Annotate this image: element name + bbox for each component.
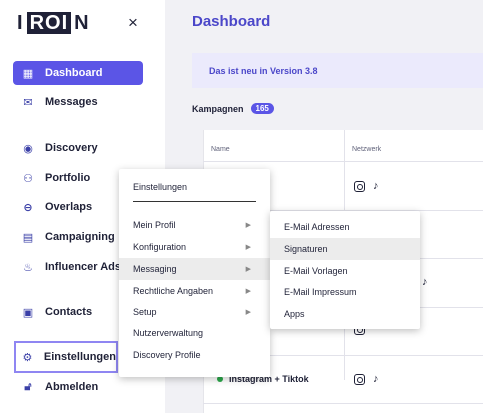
sidebar-item-label: Einstellungen [43,351,116,363]
menu-item-konfiguration[interactable]: Konfiguration ▶ [119,236,270,258]
sidebar-item-label: Discovery [45,142,98,154]
menu-item-label: Signaturen [284,244,328,254]
menu-item-label: E-Mail Impressum [284,287,357,297]
instagram-icon [354,180,365,192]
document-icon: ▤ [22,231,34,244]
submenu-item-email-vorlagen[interactable]: E-Mail Vorlagen [270,260,420,282]
network-icons: ♪ [354,180,379,192]
close-icon[interactable]: × [128,13,138,33]
network-icons: ♪ [354,373,379,385]
page-title: Dashboard [192,13,271,30]
menu-item-label: Apps [284,309,305,319]
submenu-item-apps[interactable]: Apps [270,303,420,325]
row-divider [203,161,483,162]
contact-icon: ▣ [22,306,34,319]
chevron-right-icon: ▶ [245,244,251,251]
logo-letter-n: N [74,11,90,34]
menu-item-setup[interactable]: Setup ▶ [119,301,270,323]
sidebar-item-label: Abmelden [45,381,99,393]
menu-item-messaging[interactable]: Messaging ▶ [119,258,270,280]
sidebar-item-label: Overlaps [45,201,93,213]
eye-icon: ◉ [23,142,33,155]
menu-item-nutzerverwaltung[interactable]: Nutzerverwaltung [119,322,270,344]
submenu-item-signaturen[interactable]: Signaturen [270,238,420,260]
sidebar-item-einstellungen[interactable]: ⚙ Einstellungen [14,341,118,373]
chevron-right-icon: ▶ [245,288,251,295]
menu-item-rechtliche-angaben[interactable]: Rechtliche Angaben ▶ [119,280,270,302]
tiktok-icon: ♪ [422,276,428,288]
sidebar-item-label: Influencer Ads [45,261,121,273]
mail-icon: ✉ [23,96,33,109]
dashboard-icon: ▦ [22,67,34,80]
menu-item-discovery-profile[interactable]: Discovery Profile [119,344,270,366]
version-banner[interactable]: Das ist neu in Version 3.8 [192,53,483,88]
flame-icon: ♨ [23,261,33,274]
menu-item-label: E-Mail Adressen [284,222,350,232]
logo-letter-i: I [17,11,24,34]
sidebar-item-abmelden[interactable]: 🔓︎ Abmelden [13,375,143,399]
menu-item-label: Messaging [133,264,177,274]
einstellungen-context-menu: Einstellungen Mein Profil ▶ Konfiguratio… [119,169,270,377]
users-icon: ⚇ [23,172,33,185]
sidebar-item-dashboard[interactable]: ▦ Dashboard [13,61,143,85]
menu-header: Einstellungen [133,182,188,192]
column-header-netzwerk[interactable]: Netzwerk [352,146,381,153]
sidebar-item-label: Contacts [45,306,93,318]
sidebar-item-discovery[interactable]: ◉ Discovery [13,136,143,160]
gear-icon: ⚙ [22,351,33,364]
network-icons: ♪ [422,276,428,288]
menu-item-label: Discovery Profile [133,350,201,360]
sidebar-item-label: Campaigning [45,231,115,243]
chevron-right-icon: ▶ [245,222,251,229]
menu-item-label: Setup [133,307,157,317]
row-divider [203,403,483,404]
menu-divider [133,201,256,202]
campaigns-heading: Kampagnen 165 [192,103,274,114]
chevron-right-icon: ▶ [245,266,251,273]
tiktok-icon: ♪ [373,180,379,192]
menu-item-label: Mein Profil [133,220,176,230]
menu-item-label: Nutzerverwaltung [133,328,204,338]
lock-icon: 🔓︎ [24,380,32,393]
chevron-right-icon: ▶ [245,309,251,316]
campaigns-count-badge: 165 [250,103,274,114]
sidebar-item-messages[interactable]: ✉ Messages [13,90,143,114]
tiktok-icon: ♪ [373,373,379,385]
submenu-item-email-adressen[interactable]: E-Mail Adressen [270,216,420,238]
logo-box: ROI [26,12,72,34]
messaging-submenu: E-Mail Adressen Signaturen E-Mail Vorlag… [270,211,420,329]
sidebar-item-label: Dashboard [45,67,103,79]
iroin-logo[interactable]: I ROI N [17,12,90,34]
submenu-item-email-impressum[interactable]: E-Mail Impressum [270,281,420,303]
menu-item-mein-profil[interactable]: Mein Profil ▶ [119,214,270,236]
overlap-icon: ⊖ [23,201,33,214]
sidebar-item-label: Portfolio [45,172,91,184]
menu-item-label: Rechtliche Angaben [133,286,214,296]
campaigns-label: Kampagnen [192,103,244,114]
column-header-name[interactable]: Name [211,146,230,153]
sidebar-item-label: Messages [45,96,98,108]
menu-item-label: E-Mail Vorlagen [284,266,348,276]
instagram-icon [354,373,365,385]
menu-item-label: Konfiguration [133,242,187,252]
